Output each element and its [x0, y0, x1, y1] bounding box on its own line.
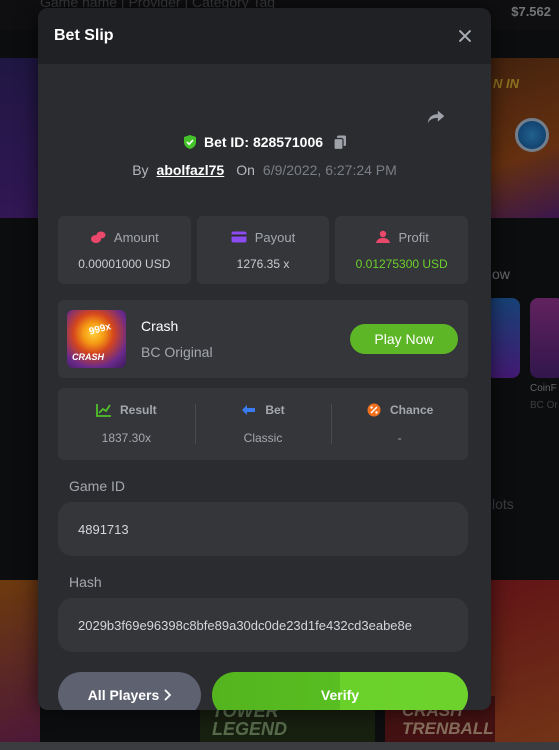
game-id-label: Game ID [69, 478, 126, 494]
wallet-icon [231, 231, 247, 243]
modal-title: Bet Slip [54, 27, 114, 44]
stat-amount: Amount 0.00001000 USD [58, 216, 191, 284]
bet-date: 6/9/2022, 6:27:24 PM [262, 162, 397, 178]
game-id-field[interactable]: 4891713 [58, 502, 468, 556]
stat-payout: Payout 1276.35 x [196, 216, 330, 284]
share-icon[interactable] [425, 106, 447, 128]
bet-icon [242, 405, 256, 415]
all-players-label: All Players [87, 687, 160, 703]
on-label: On [236, 162, 255, 178]
shield-check-icon [183, 135, 196, 149]
game-provider: BC Original [141, 344, 213, 360]
thumb-label: CRASH [72, 352, 105, 362]
bet-slip-modal: Bet Slip Bet ID: 828571006 By abolfazl75… [38, 8, 491, 710]
bet-id-row: Bet ID: 828571006 [38, 134, 491, 150]
bet-label: Bet [265, 403, 285, 417]
game-card: 999x CRASH Crash BC Original Play Now [58, 300, 468, 378]
all-players-button[interactable]: All Players [58, 672, 201, 710]
stat-value: 1276.35 x [236, 256, 290, 271]
hash-field[interactable]: 2029b3f69e96398c8bfe89a30dc0de23d1fe432c… [58, 598, 468, 652]
modal-body: Bet ID: 828571006 By abolfazl75 On 6/9/2… [38, 64, 491, 710]
coins-icon [90, 231, 106, 243]
thumb-multiplier: 999x [87, 321, 113, 338]
result-card: Result 1837.30x Bet Classic Chance - [58, 388, 468, 460]
stat-label: Amount [113, 229, 159, 245]
bet-id: Bet ID: 828571006 [203, 134, 324, 150]
result-column: Result 1837.30x [58, 388, 195, 460]
chart-icon [96, 404, 111, 417]
username-link[interactable]: abolfazl75 [157, 162, 225, 178]
bet-value: Classic [243, 431, 283, 445]
stat-profit: Profit 0.01275300 USD [335, 216, 469, 284]
stat-value: 0.00001000 USD [78, 256, 171, 271]
result-value: 1837.30x [101, 431, 152, 445]
game-thumbnail[interactable]: 999x CRASH [67, 310, 126, 368]
verify-button[interactable]: Verify [212, 672, 468, 710]
chance-value: - [397, 431, 402, 445]
by-label: By [132, 162, 149, 178]
percent-icon [367, 403, 381, 417]
profit-icon [375, 230, 390, 243]
copy-icon[interactable] [333, 135, 347, 150]
bet-column: Bet Classic [194, 388, 332, 460]
stat-boxes: Amount 0.00001000 USD Payout 1276.35 x P… [58, 216, 469, 284]
chevron-right-icon [164, 689, 172, 701]
stat-label: Profit [398, 229, 429, 245]
game-name: Crash [141, 318, 179, 334]
result-label: Result [119, 403, 157, 417]
by-row: By abolfazl75 On 6/9/2022, 6:27:24 PM [38, 162, 491, 178]
chance-column: Chance - [331, 388, 468, 460]
play-now-button[interactable]: Play Now [350, 324, 458, 354]
chance-label: Chance [390, 403, 434, 417]
modal-header: Bet Slip [38, 8, 491, 64]
stat-value: 0.01275300 USD [355, 256, 448, 271]
hash-label: Hash [69, 574, 102, 590]
stat-label: Payout [254, 229, 296, 245]
background-footer-bar [0, 742, 559, 750]
close-icon[interactable] [455, 26, 475, 46]
